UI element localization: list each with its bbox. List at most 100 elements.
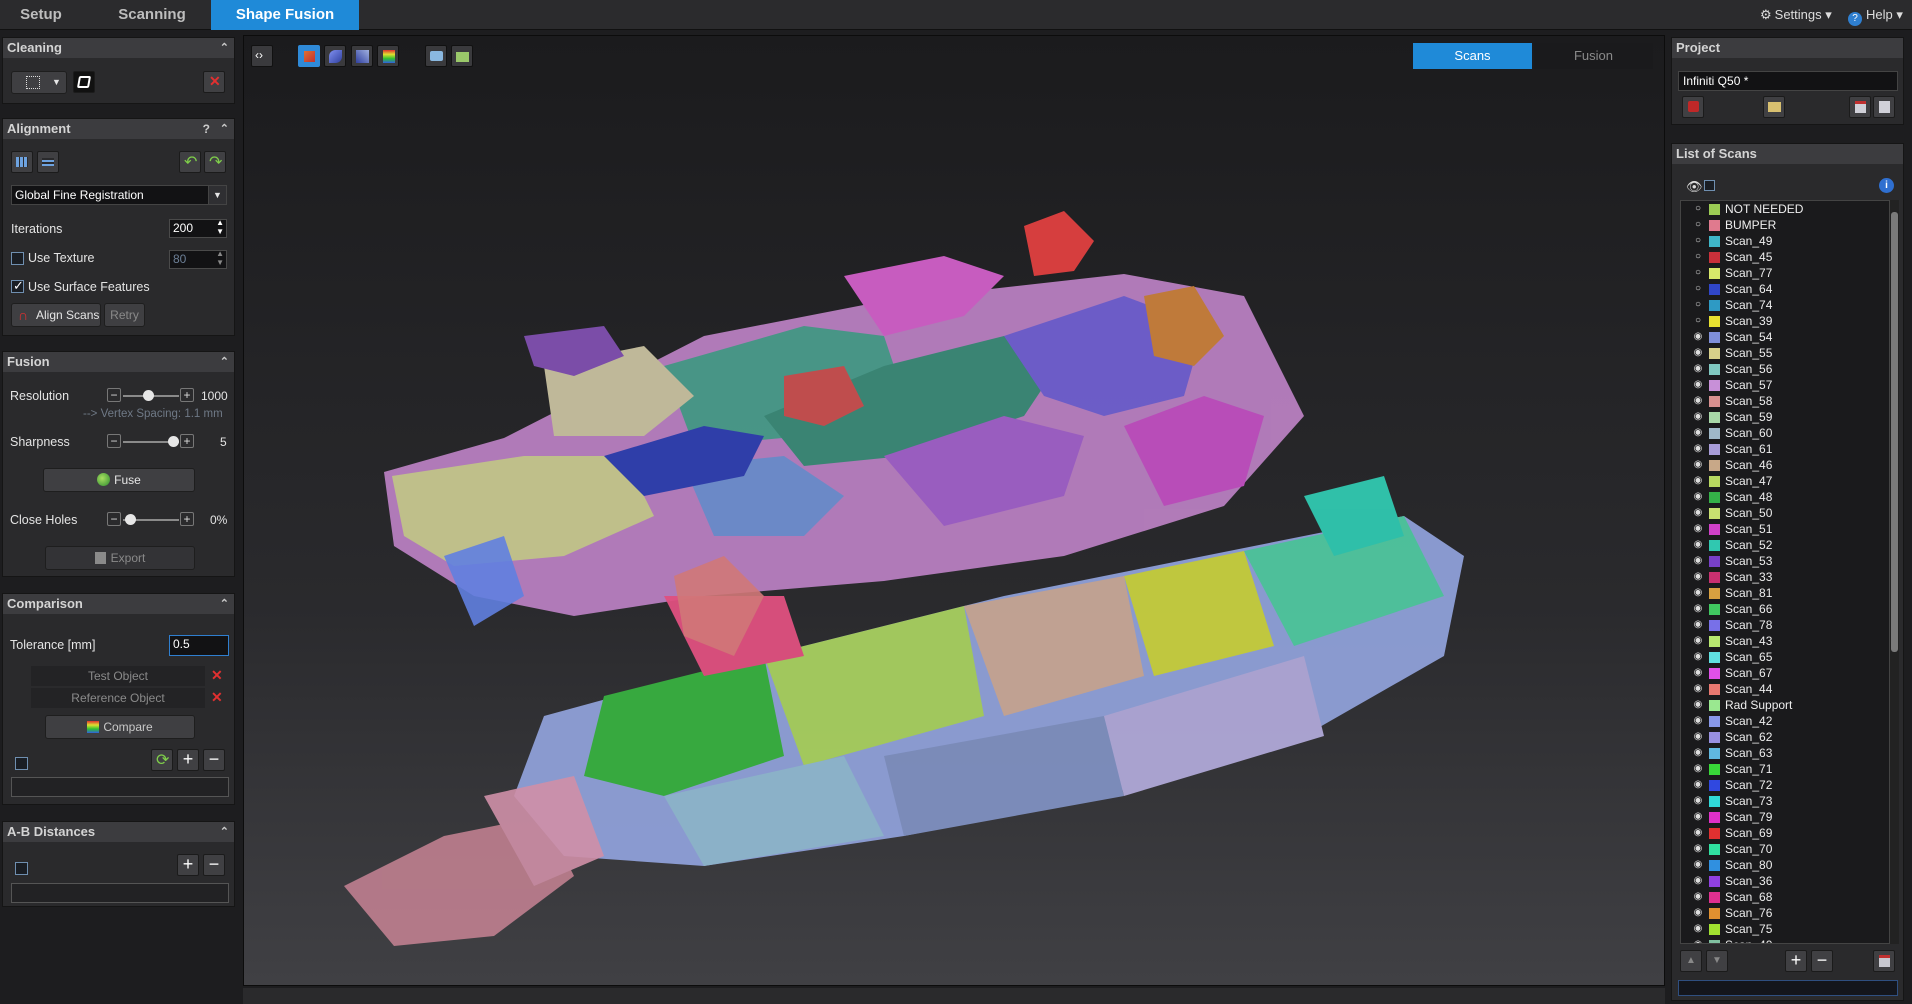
add-scan-button[interactable]: + — [1785, 950, 1807, 972]
lasso-select-button[interactable] — [73, 71, 95, 93]
eye-closed-icon[interactable]: ○ — [1691, 201, 1705, 217]
scan-color-swatch[interactable] — [1709, 556, 1720, 567]
eye-icon[interactable]: ◉ — [1691, 921, 1705, 937]
remove-scan-button[interactable]: − — [1811, 950, 1833, 972]
list-item[interactable]: ◉ Scan_36 — [1681, 873, 1889, 889]
scan-color-swatch[interactable] — [1709, 700, 1720, 711]
stepper-arrows-icon[interactable]: ▲ ▼ — [216, 218, 224, 236]
tab-scans-view[interactable]: Scans — [1413, 43, 1532, 69]
scan-color-swatch[interactable] — [1709, 796, 1720, 807]
remove-distance-button[interactable]: − — [203, 854, 225, 876]
scan-color-swatch[interactable] — [1709, 364, 1720, 375]
scan-color-swatch[interactable] — [1709, 220, 1720, 231]
list-item[interactable]: ◉ Scan_53 — [1681, 553, 1889, 569]
add-distance-button[interactable]: + — [177, 854, 199, 876]
eye-icon[interactable]: ◉ — [1691, 457, 1705, 473]
delete-selection-button[interactable]: ✕ — [203, 71, 225, 93]
select-all-checkbox[interactable] — [1704, 180, 1715, 191]
list-item[interactable]: ◉ Scan_48 — [1681, 489, 1889, 505]
slider-knob[interactable] — [125, 514, 136, 525]
toggle-sidebars-button[interactable]: ‹› — [251, 45, 273, 67]
list-view-button[interactable] — [37, 151, 59, 173]
alignment-method-select[interactable]: Global Fine Registration ▼ — [11, 185, 227, 205]
list-item[interactable]: ◉ Scan_69 — [1681, 825, 1889, 841]
use-surface-features-checkbox[interactable] — [11, 278, 24, 294]
save-as-button[interactable] — [1849, 96, 1871, 118]
list-item[interactable]: ◉ Scan_73 — [1681, 793, 1889, 809]
scan-color-swatch[interactable] — [1709, 316, 1720, 327]
eye-icon[interactable]: ◉ — [1691, 761, 1705, 777]
undo-button[interactable]: ↶ — [179, 151, 201, 173]
eye-icon[interactable]: ◉ — [1691, 745, 1705, 761]
project-name-field[interactable]: Infiniti Q50 * — [1678, 71, 1898, 91]
comparison-header[interactable]: Comparison ⌃ — [3, 594, 234, 614]
remove-comparison-button[interactable]: − — [203, 749, 225, 771]
eye-closed-icon[interactable]: ○ — [1691, 233, 1705, 249]
eye-closed-icon[interactable]: ○ — [1691, 313, 1705, 329]
scan-color-swatch[interactable] — [1709, 428, 1720, 439]
slider-knob[interactable] — [168, 436, 179, 447]
fuse-button[interactable]: Fuse — [43, 468, 195, 492]
scan-color-swatch[interactable] — [1709, 844, 1720, 855]
eye-icon[interactable]: ◉ — [1691, 473, 1705, 489]
eye-icon[interactable]: ◉ — [1691, 505, 1705, 521]
scan-color-swatch[interactable] — [1709, 812, 1720, 823]
scan-color-swatch[interactable] — [1709, 492, 1720, 503]
slider-knob[interactable] — [143, 390, 154, 401]
render-mode-lighting-button[interactable] — [351, 45, 373, 67]
eye-icon[interactable]: ◉ — [1691, 665, 1705, 681]
tolerance-input[interactable]: 0.5 — [169, 635, 229, 656]
scan-color-swatch[interactable] — [1709, 828, 1720, 839]
render-mode-color-button[interactable] — [298, 45, 320, 67]
scan-color-swatch[interactable] — [1709, 668, 1720, 679]
eye-icon[interactable]: ◉ — [1691, 345, 1705, 361]
close-holes-decrease-button[interactable]: − — [107, 512, 121, 526]
eye-icon[interactable]: ◉ — [1691, 601, 1705, 617]
scan-color-swatch[interactable] — [1709, 908, 1720, 919]
scan-color-swatch[interactable] — [1709, 764, 1720, 775]
collapse-icon[interactable]: ⌃ — [220, 352, 229, 372]
scan-color-swatch[interactable] — [1709, 620, 1720, 631]
ab-visibility-checkbox[interactable] — [15, 862, 28, 875]
list-item[interactable]: ◉ Scan_51 — [1681, 521, 1889, 537]
list-item[interactable]: ◉ Scan_62 — [1681, 729, 1889, 745]
scan-color-swatch[interactable] — [1709, 684, 1720, 695]
eye-icon[interactable]: ◉ — [1691, 441, 1705, 457]
eye-closed-icon[interactable]: ○ — [1691, 217, 1705, 233]
cleaning-header[interactable]: Cleaning ⌃ — [3, 38, 234, 58]
scan-color-swatch[interactable] — [1709, 732, 1720, 743]
eye-icon[interactable]: ◉ — [1691, 537, 1705, 553]
list-item[interactable]: ◉ Scan_66 — [1681, 601, 1889, 617]
eye-icon[interactable]: ◉ — [1691, 329, 1705, 345]
scan-color-swatch[interactable] — [1709, 300, 1720, 311]
scan-color-swatch[interactable] — [1709, 284, 1720, 295]
resolution-slider[interactable] — [123, 390, 179, 401]
scan-color-swatch[interactable] — [1709, 924, 1720, 935]
list-item[interactable]: ◉ Rad Support — [1681, 697, 1889, 713]
scan-color-swatch[interactable] — [1709, 652, 1720, 663]
scan-settings-button[interactable] — [1873, 950, 1895, 972]
eye-icon[interactable]: ◉ — [1691, 377, 1705, 393]
scan-list-scrollbar[interactable] — [1890, 200, 1899, 944]
collapse-icon[interactable]: ⌃ — [220, 822, 229, 842]
list-item[interactable]: ◉ Scan_72 — [1681, 777, 1889, 793]
eye-icon[interactable]: ◉ — [1691, 713, 1705, 729]
list-item[interactable]: ◉ Scan_61 — [1681, 441, 1889, 457]
eye-icon[interactable]: ◉ — [1691, 553, 1705, 569]
redo-button[interactable]: ↷ — [204, 151, 226, 173]
ab-distances-header[interactable]: A-B Distances ⌃ — [3, 822, 234, 842]
list-item[interactable]: ◉ Scan_43 — [1681, 633, 1889, 649]
eye-icon[interactable]: ◉ — [1691, 889, 1705, 905]
list-item[interactable]: ○ Scan_45 — [1681, 249, 1889, 265]
align-scans-button[interactable]: ∩ Align Scans — [11, 303, 101, 327]
tab-scanning[interactable]: Scanning — [96, 0, 208, 30]
import-button[interactable] — [1763, 96, 1785, 118]
eye-icon[interactable]: ◉ — [1691, 809, 1705, 825]
scan-color-swatch[interactable] — [1709, 940, 1720, 943]
resolution-increase-button[interactable]: + — [180, 388, 194, 402]
list-item[interactable]: ◉ Scan_67 — [1681, 665, 1889, 681]
collapse-icon[interactable]: ⌃ — [220, 119, 229, 139]
eye-icon[interactable]: ◉ — [1691, 585, 1705, 601]
scan-color-swatch[interactable] — [1709, 636, 1720, 647]
eye-icon[interactable]: ◉ — [1691, 937, 1705, 943]
